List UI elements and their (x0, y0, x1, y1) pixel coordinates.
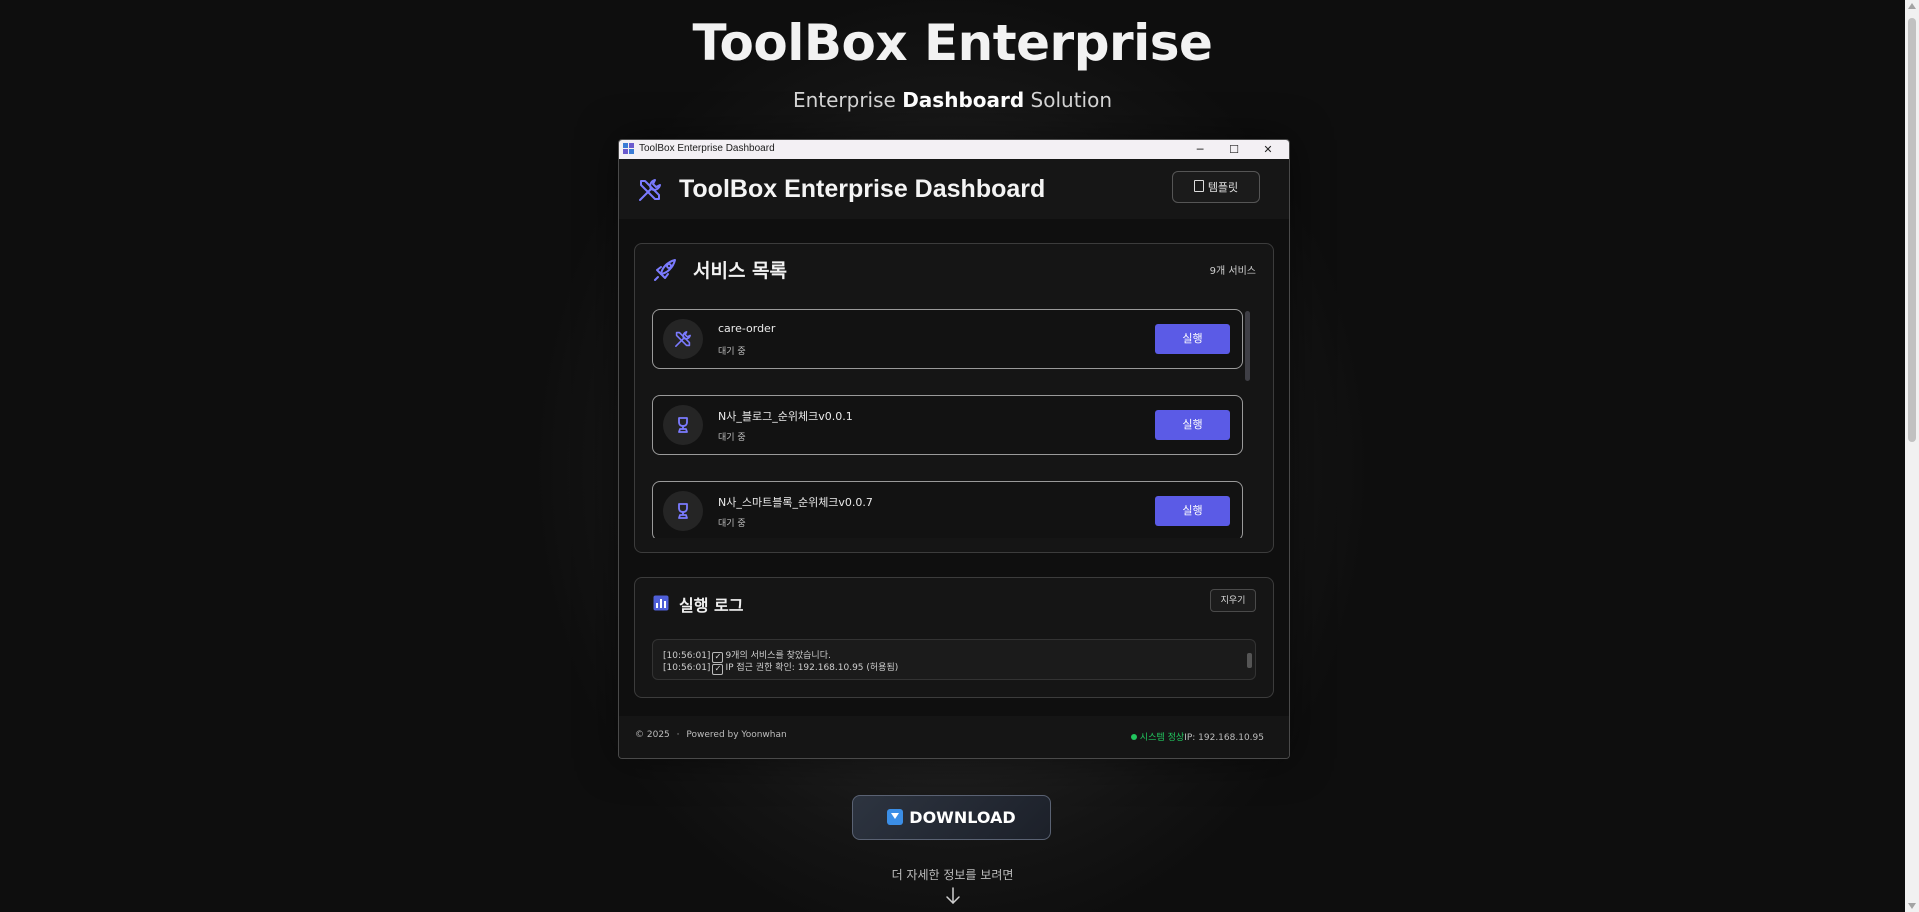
bar-chart-icon (653, 595, 669, 611)
run-button[interactable]: 실행 (1155, 324, 1230, 354)
arrow-down-icon[interactable] (945, 886, 961, 906)
service-card[interactable]: care-order 대기 중 실행 (652, 309, 1243, 369)
service-avatar (663, 405, 703, 445)
services-panel: 서비스 목록 9개 서비스 care-order 대기 중 실행 N사_블로그_… (634, 243, 1274, 553)
service-avatar (663, 319, 703, 359)
status-text: 시스템 정상 (1139, 733, 1185, 743)
log-line: [10:56:01] ✓ IP 접근 권한 확인: 192.168.10.95 (허… (663, 660, 898, 675)
log-scroll-thumb[interactable] (1247, 653, 1252, 668)
hero-subtitle-pre: Enterprise (792, 88, 896, 112)
run-button[interactable]: 실행 (1155, 496, 1230, 526)
service-list-scroll-thumb[interactable] (1245, 311, 1250, 381)
trophy-icon (678, 417, 688, 433)
footer-separator: · (676, 730, 680, 740)
run-button[interactable]: 실행 (1155, 410, 1230, 440)
app-window: ToolBox Enterprise Dashboard ─ ☐ ✕ ToolB… (618, 139, 1290, 759)
service-card[interactable]: N사_스마트블록_순위체크v0.0.7 대기 중 실행 (652, 481, 1243, 538)
service-card[interactable]: N사_블로그_순위체크v0.0.1 대기 중 실행 (652, 395, 1243, 455)
service-name: N사_블로그_순위체크v0.0.1 (718, 410, 853, 423)
log-text: IP 접근 권한 확인: 192.168.10.95 (허용됨) (725, 663, 899, 673)
close-button[interactable]: ✕ (1251, 140, 1285, 159)
template-button[interactable]: 템플릿 (1172, 171, 1260, 203)
copyright: © 2025 (635, 730, 670, 740)
more-info-text: 더 자세한 정보를 보려면 (891, 868, 1014, 882)
ip-address: IP: 192.168.10.95 (1184, 733, 1264, 743)
window-title: ToolBox Enterprise Dashboard (639, 143, 775, 154)
hero-title: ToolBox Enterprise (692, 14, 1213, 72)
service-status: 대기 중 (718, 519, 746, 529)
services-count: 9개 서비스 (1209, 266, 1256, 277)
download-label: DOWNLOAD (909, 808, 1016, 827)
rocket-icon (654, 259, 676, 281)
app-grid-icon (623, 143, 635, 155)
footer-credits: © 2025 · Powered by Yoonwhan (635, 730, 787, 740)
status-dot-icon (1130, 734, 1137, 740)
services-title: 서비스 목록 (693, 260, 788, 282)
hero-subtitle: Enterprise Dashboard Solution (0, 88, 1905, 112)
service-name: N사_스마트블록_순위체크v0.0.7 (718, 496, 873, 509)
system-status: 시스템 정상IP: 192.168.10.95 (1130, 730, 1264, 743)
minimize-button[interactable]: ─ (1183, 140, 1217, 159)
download-icon (887, 809, 904, 825)
scroll-up-arrow-icon[interactable] (1908, 3, 1916, 9)
download-button[interactable]: DOWNLOAD (852, 795, 1051, 840)
powered-by: Powered by Yoonwhan (686, 730, 787, 740)
window-titlebar[interactable]: ToolBox Enterprise Dashboard ─ ☐ ✕ (619, 140, 1289, 159)
log-title: 실행 로그 (679, 596, 744, 615)
check-icon: ✓ (712, 664, 724, 675)
service-status: 대기 중 (718, 433, 746, 443)
clear-log-button[interactable]: 지우기 (1210, 589, 1256, 612)
template-button-label: 템플릿 (1207, 181, 1239, 194)
hero-subtitle-post: Solution (1030, 88, 1113, 112)
tools-icon (639, 179, 661, 201)
page-scroll-thumb[interactable] (1908, 18, 1916, 442)
service-status: 대기 중 (718, 347, 746, 357)
file-icon (1193, 180, 1204, 192)
log-output[interactable]: [10:56:01] ✓ 9개의 서비스를 찾았습니다. [10:56:01] ✓ IP… (652, 639, 1256, 680)
scroll-down-arrow-icon[interactable] (1908, 903, 1916, 909)
log-time: [10:56:01] (663, 663, 711, 673)
log-panel: 실행 로그 지우기 [10:56:01] ✓ 9개의 서비스를 찾았습니다. [10… (634, 577, 1274, 698)
service-avatar (663, 491, 703, 531)
app-footer: © 2025 · Powered by Yoonwhan 시스템 정상IP: 1… (619, 716, 1289, 758)
header-title: ToolBox Enterprise Dashboard (679, 175, 1046, 203)
hero-subtitle-bold: Dashboard (902, 88, 1025, 112)
page-scrollbar[interactable] (1905, 0, 1919, 912)
maximize-button[interactable]: ☐ (1217, 140, 1251, 159)
trophy-icon (678, 503, 688, 519)
tools-icon (675, 331, 691, 347)
service-list[interactable]: care-order 대기 중 실행 N사_블로그_순위체크v0.0.1 대기 … (652, 304, 1252, 538)
service-name: care-order (718, 322, 776, 335)
app-header: ToolBox Enterprise Dashboard 템플릿 (619, 159, 1289, 219)
